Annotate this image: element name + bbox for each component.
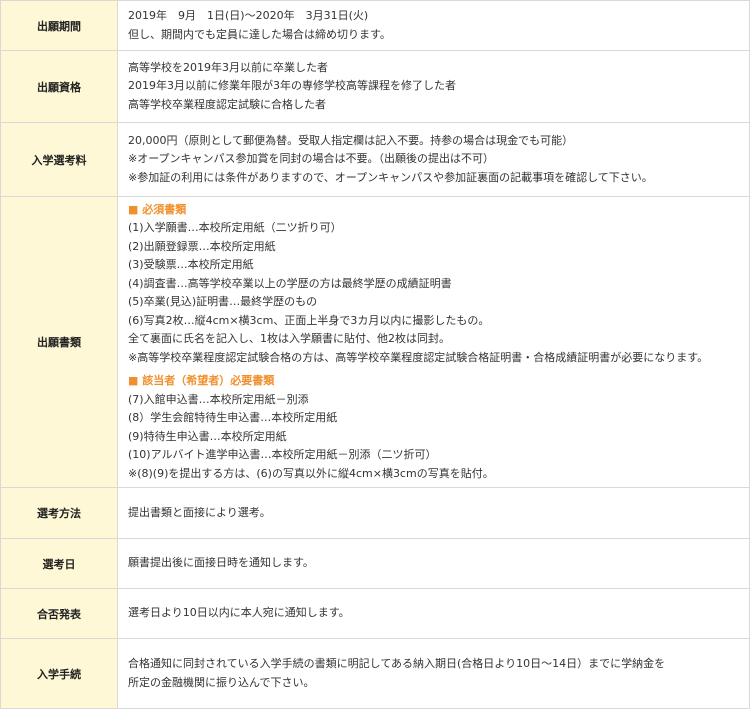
content-line: 合格通知に同封されている入学手続の書類に明記してある納入期日(合格日より10日～… — [128, 657, 666, 670]
content-line: 選考日より10日以内に本人宛に通知します。 — [128, 606, 350, 620]
row-label: 入学選考料 — [0, 122, 118, 197]
content-line: 2019年 9月 1日(日)～2020年 3月31日(火) — [128, 9, 369, 22]
content-line: ※オープンキャンパス参加賞を同封の場合は不要。（出願後の提出は不可） — [128, 152, 495, 166]
content-line: ※参加証の利用には条件がありますので、オープンキャンパスや参加証裏面の記載事項を… — [128, 170, 653, 184]
document-item: (6)写真2枚…縦4cm×横3cm、正面上半身で3カ月以内に撮影したもの。 — [128, 313, 490, 327]
content-line: 但し、期間内でも定員に達した場合は締め切ります。 — [128, 27, 391, 41]
content-line: 所定の金融機関に振り込んで下さい。 — [128, 675, 315, 689]
admission-requirements-table: 出願期間 2019年 9月 1日(日)～2020年 3月31日(火) 但し、期間… — [0, 0, 750, 709]
row-label: 合否発表 — [0, 588, 118, 639]
row-content: 2019年 9月 1日(日)～2020年 3月31日(火) 但し、期間内でも定員… — [117, 0, 750, 51]
table-row-application-documents: 出願書類 ■ 必須書類 (1)入学願書…本校所定用紙（二ツ折り可） (2)出願登… — [0, 196, 750, 488]
document-item: 全て裏面に氏名を記入し、1枚は入学願書に貼付、他2枚は同封。 — [128, 332, 450, 346]
row-label: 出願資格 — [0, 50, 118, 123]
document-item: (4)調査書…高等学校卒業以上の学歴の方は最終学歴の成績証明書 — [128, 276, 452, 290]
content-line: 願書提出後に面接日時を通知します。 — [128, 556, 314, 570]
row-label: 出願期間 — [0, 0, 118, 51]
table-row-selection-date: 選考日 願書提出後に面接日時を通知します。 — [0, 538, 750, 589]
row-content: 高等学校を2019年3月以前に卒業した者 2019年3月以前に修業年限が3年の専… — [117, 50, 750, 123]
required-documents-heading: ■ 必須書類 — [128, 202, 187, 216]
row-label: 選考日 — [0, 538, 118, 589]
document-note: ※(8)(9)を提出する方は、(6)の写真以外に縦4cm×横3cmの写真を貼付。 — [128, 466, 494, 480]
document-item: (9)特待生申込書…本校所定用紙 — [128, 429, 287, 443]
document-item: (5)卒業(見込)証明書…最終学歴のもの — [128, 295, 318, 309]
table-row-result-announcement: 合否発表 選考日より10日以内に本人宛に通知します。 — [0, 588, 750, 639]
row-content: 選考日より10日以内に本人宛に通知します。 — [117, 588, 750, 639]
row-content: 合格通知に同封されている入学手続の書類に明記してある納入期日(合格日より10日～… — [117, 638, 750, 709]
document-item: (10)アルバイト進学申込書…本校所定用紙－別添（二ツ折可） — [128, 448, 437, 462]
row-content: ■ 必須書類 (1)入学願書…本校所定用紙（二ツ折り可） (2)出願登録票…本校… — [117, 196, 750, 488]
content-line: 2019年3月以前に修業年限が3年の専修学校高等課程を修了した者 — [128, 79, 456, 93]
content-line: 高等学校卒業程度認定試験に合格した者 — [128, 97, 326, 111]
table-row-screening-fee: 入学選考料 20,000円（原則として郵便為替。受取人指定欄は記入不要。持参の場… — [0, 122, 750, 197]
document-item: (2)出願登録票…本校所定用紙 — [128, 239, 276, 253]
table-row-enrollment-procedure: 入学手続 合格通知に同封されている入学手続の書類に明記してある納入期日(合格日よ… — [0, 638, 750, 709]
row-content: 20,000円（原則として郵便為替。受取人指定欄は記入不要。持参の場合は現金でも… — [117, 122, 750, 197]
document-item: (3)受験票…本校所定用紙 — [128, 258, 254, 272]
optional-documents-heading: ■ 該当者（希望者）必要書類 — [128, 374, 275, 388]
document-item: (8）学生会館特待生申込書…本校所定用紙 — [128, 411, 338, 425]
row-content: 願書提出後に面接日時を通知します。 — [117, 538, 750, 589]
row-label: 出願書類 — [0, 196, 118, 488]
row-content: 提出書類と面接により選考。 — [117, 487, 750, 539]
table-row-application-period: 出願期間 2019年 9月 1日(日)～2020年 3月31日(火) 但し、期間… — [0, 0, 750, 51]
table-row-eligibility: 出願資格 高等学校を2019年3月以前に卒業した者 2019年3月以前に修業年限… — [0, 50, 750, 123]
document-item: (1)入学願書…本校所定用紙（二ツ折り可） — [128, 221, 342, 235]
row-label: 選考方法 — [0, 487, 118, 539]
content-line: 提出書類と面接により選考。 — [128, 505, 271, 519]
table-row-selection-method: 選考方法 提出書類と面接により選考。 — [0, 487, 750, 539]
document-note: ※高等学校卒業程度認定試験合格の方は、高等学校卒業程度認定試験合格証明書・合格成… — [128, 350, 709, 364]
row-label: 入学手続 — [0, 638, 118, 709]
content-line: 20,000円（原則として郵便為替。受取人指定欄は記入不要。持参の場合は現金でも… — [128, 133, 574, 147]
content-line: 高等学校を2019年3月以前に卒業した者 — [128, 60, 328, 74]
document-item: (7)入館申込書…本校所定用紙－別添 — [128, 392, 309, 406]
